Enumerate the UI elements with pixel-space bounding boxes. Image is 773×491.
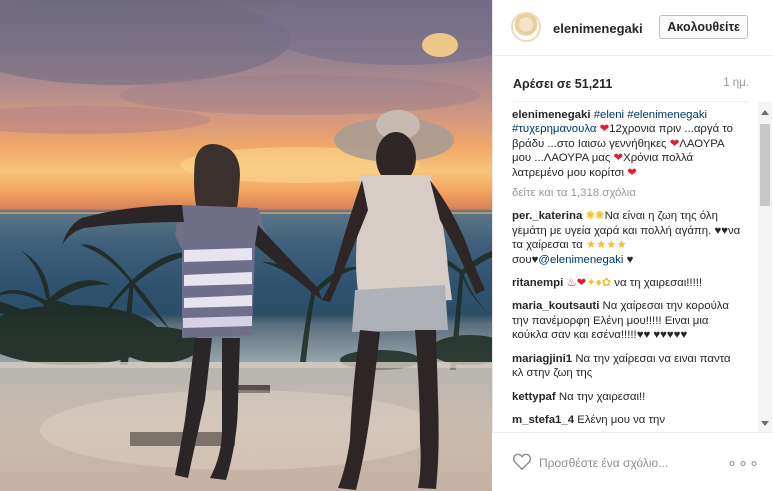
scrollbar-thumb[interactable] (760, 124, 770, 206)
post-photo[interactable] (0, 0, 492, 491)
list-item: per._katerina ✺✺Να είναι η ζωη της όλη γ… (512, 209, 741, 267)
sunset-beach-scene (0, 0, 492, 491)
comment-mention[interactable]: @elenimenegaki (538, 254, 623, 266)
post-timestamp[interactable]: 1 ημ. (723, 77, 749, 89)
heart-emoji-icon: ❤ (613, 152, 624, 165)
caption-username[interactable]: elenimenegaki (512, 109, 591, 121)
list-item: ritanempi ♨❤✦♦✿ να τη χαιρεσαι!!!!! (512, 276, 741, 290)
caption: elenimenegaki #eleni #elenimenegaki #τυχ… (512, 108, 741, 180)
comments-list: elenimenegaki #eleni #elenimenegaki #τυχ… (512, 108, 741, 430)
heart-outline-icon[interactable] (512, 452, 532, 475)
instagram-post-modal: elenimenegaki Ακολουθείτε Αρέσει σε 51,2… (0, 0, 773, 491)
comment-text: Ελένη μου να την (577, 413, 666, 426)
post-author-username[interactable]: elenimenegaki (553, 21, 643, 36)
add-comment-input[interactable] (539, 454, 709, 472)
likes-count[interactable]: Αρέσει σε 51,211 (513, 77, 612, 91)
divider (513, 101, 749, 102)
comment-username[interactable]: mariagjini1 (512, 353, 572, 365)
list-item: kettypaf Να την χαιρεσαι!! (512, 390, 741, 404)
add-comment-bar: ∘∘∘ (492, 432, 773, 491)
avatar[interactable] (511, 12, 541, 42)
scroll-up-arrow-icon[interactable] (761, 110, 769, 115)
view-all-comments-link[interactable]: δείτε και τα 1,318 σχόλια (512, 186, 741, 200)
comment-username[interactable]: maria_koutsauti (512, 300, 599, 312)
list-item: mariagjini1 Να την χαίρεσαι να ειναι παν… (512, 352, 741, 381)
sun-emoji-icon: ✺✺ (585, 210, 605, 223)
comment-username[interactable]: ritanempi (512, 277, 563, 289)
heart-emoji-icon: ❤ (669, 137, 680, 150)
comment-text: Να την χαιρεσαι!! (558, 390, 646, 403)
comment-username[interactable]: kettypaf (512, 391, 556, 403)
comment-text: να τη χαιρεσαι!!!!! (614, 277, 703, 290)
cake-heart-emoji-icon: ♨❤ (566, 277, 587, 290)
comments-scrollbar[interactable] (758, 102, 772, 432)
comment-text: σου (512, 253, 532, 266)
star-emoji-icon: ★★★★ (585, 239, 627, 252)
comment-username[interactable]: per._katerina (512, 210, 582, 222)
black-heart-emoji-icon: ♥♥ (714, 224, 728, 237)
heart-emoji-icon: ❤ (627, 166, 637, 179)
black-heart-emoji-icon: ♥♥ ♥♥♥♥♥ (636, 329, 688, 342)
post-header: elenimenegaki Ακολουθείτε (493, 0, 773, 56)
more-options-icon[interactable]: ∘∘∘ (727, 453, 760, 473)
scroll-down-arrow-icon[interactable] (761, 421, 769, 426)
list-item: m_stefa1_4 Ελένη μου να την (512, 413, 741, 427)
black-heart-emoji-icon: ♥ (626, 253, 634, 266)
post-stats: Αρέσει σε 51,211 1 ημ. (513, 77, 749, 93)
balloon-emoji-icon: ✦♦✿ (586, 277, 612, 290)
following-button[interactable]: Ακολουθείτε (659, 15, 748, 39)
heart-emoji-icon: ❤ (599, 123, 610, 136)
comment-username[interactable]: m_stefa1_4 (512, 414, 574, 426)
list-item: maria_koutsauti Να χαίρεσαι την κορούλα … (512, 299, 741, 342)
